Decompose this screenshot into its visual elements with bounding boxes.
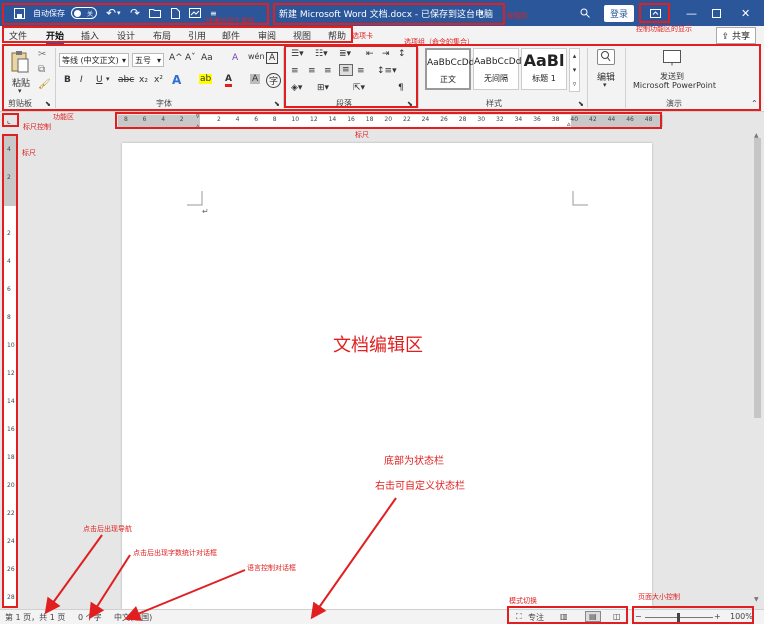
annotation-zoom-control: 页面大小控制 (638, 593, 680, 601)
annotation-bottom-status: 底部为状态栏 (384, 456, 444, 467)
language-indicator[interactable]: 中文(中国) (114, 612, 152, 623)
vertical-scrollbar[interactable]: ▲ ▼ (752, 130, 764, 608)
annotation-lang-dialog: 语言控制对话框 (247, 564, 296, 572)
annotation-box-tabs (2, 26, 353, 43)
page-count[interactable]: 第 1 页，共 1 页 (5, 612, 65, 623)
share-button[interactable]: ⇪ 共享 (715, 27, 756, 44)
annotation-box-paragraph-group (284, 45, 418, 108)
maximize-icon[interactable] (712, 0, 721, 26)
share-label: 共享 (731, 32, 750, 42)
annotation-box-zoom (632, 606, 754, 624)
annotation-quick-access: 快速访问工具栏 (206, 17, 255, 25)
annotation-box-vruler (2, 134, 18, 608)
annotation-function-area: 功能区 (53, 113, 74, 121)
document-page[interactable]: ↵ (122, 143, 652, 609)
annotation-right-custom: 右击可自定义状态栏 (375, 481, 465, 492)
annotation-box-ribbon-display (639, 3, 670, 23)
annotation-box-hruler (115, 112, 662, 129)
annotation-box-title-bar (273, 3, 505, 25)
annotation-title-bar: 标题栏 (507, 12, 528, 20)
minimize-icon[interactable]: — (686, 0, 697, 26)
login-button[interactable]: 登录 (604, 4, 635, 22)
paragraph-mark-icon: ↵ (202, 207, 209, 216)
annotation-ribbon-display: 控制功能区的显示 (636, 25, 692, 33)
share-icon: ⇪ (721, 32, 730, 42)
scroll-down-icon[interactable]: ▼ (754, 596, 759, 603)
annotation-mode-switch: 模式切换 (509, 597, 537, 605)
annotation-ruler-control: 标尺控制 (23, 123, 51, 131)
annotation-box-mode-switch (507, 606, 628, 624)
annotation-doc-area: 文档编辑区 (333, 335, 423, 356)
annotation-tabs: 选项卡 (352, 32, 373, 40)
annotation-nav-click: 点击后出现导航 (83, 525, 132, 533)
search-icon[interactable] (580, 0, 590, 26)
word-count[interactable]: 0 个字 (78, 612, 102, 623)
close-icon[interactable]: ✕ (741, 0, 750, 26)
annotation-hruler: 标尺 (355, 131, 369, 139)
annotation-box-ruler-control (2, 113, 19, 127)
annotation-word-count-click: 点击后出现字数统计对话框 (133, 549, 217, 557)
scroll-thumb[interactable] (754, 138, 761, 418)
annotation-vruler: 标尺 (22, 149, 36, 157)
